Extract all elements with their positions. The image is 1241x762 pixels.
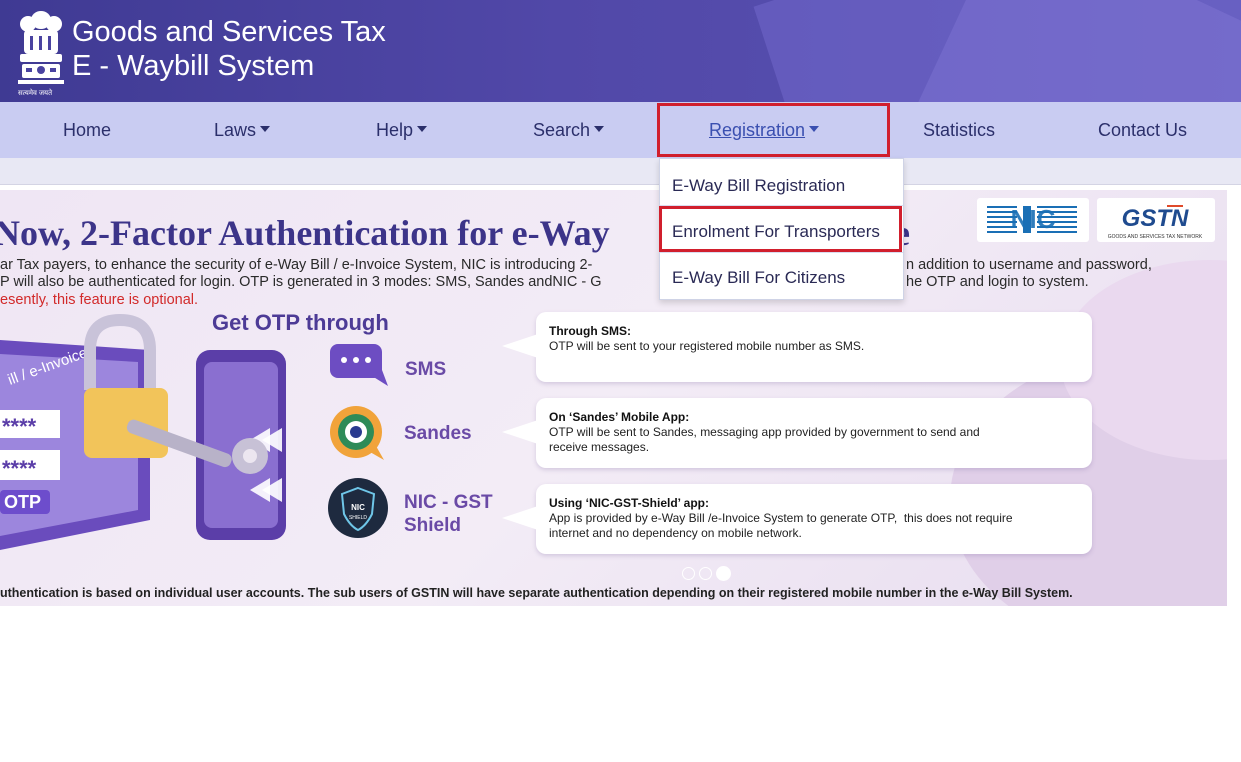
- illustration-password-mask: ****: [2, 414, 37, 439]
- sms-chat-icon: [330, 344, 388, 386]
- nic-logo-text: NIC: [1011, 204, 1056, 234]
- sub-nav-strip: [0, 158, 1241, 185]
- option-sms-bubble: Through SMS: OTP will be sent to your re…: [502, 312, 1092, 382]
- option-sms-label: SMS: [405, 359, 447, 380]
- illustration-otp-button: OTP: [4, 492, 41, 512]
- bubble-text: OTP will be sent to Sandes, messaging ap…: [549, 425, 980, 454]
- site-title-line2: E - Waybill System: [72, 50, 315, 82]
- nav-contact-us[interactable]: Contact Us: [1098, 102, 1187, 158]
- nav-home[interactable]: Home: [63, 102, 111, 158]
- bubble-text: App is provided by e-Way Bill /e-Invoice…: [549, 511, 1013, 540]
- nav-help-label: Help: [376, 120, 414, 140]
- banner-headline: Now, 2-Factor Authentication for e-Waye: [0, 212, 910, 254]
- banner-text: he OTP and login to system.: [906, 274, 1089, 290]
- nav-statistics-label: Statistics: [923, 120, 996, 140]
- option-sandes-label: Sandes: [404, 423, 472, 444]
- carousel-dot[interactable]: [682, 567, 695, 580]
- carousel-dot-active[interactable]: [716, 566, 731, 581]
- gstn-logo-text: GSTN: [1122, 205, 1189, 232]
- emblem-icon: [18, 11, 64, 84]
- banner-text: n addition to username and password,: [906, 257, 1152, 273]
- banner-optional-note: esently, this feature is optional.: [0, 292, 199, 308]
- chevron-down-icon: [594, 126, 605, 133]
- nav-search[interactable]: Search: [533, 102, 605, 158]
- nav-contact-label: Contact Us: [1098, 120, 1188, 140]
- nav-statistics[interactable]: Statistics: [923, 102, 995, 158]
- option-sandes-bubble: On ‘Sandes’ Mobile App: OTP will be sent…: [502, 398, 1092, 468]
- menu-divider: [660, 252, 903, 253]
- enrolment-highlight-box: [659, 206, 902, 252]
- banner-footnote: uthentication is based on individual use…: [0, 586, 1073, 600]
- banner-paragraph-line2: P will also be authenticated for login. …: [0, 274, 1089, 290]
- carousel-dot[interactable]: [699, 567, 712, 580]
- bubble-text: OTP will be sent to your registered mobi…: [549, 339, 865, 353]
- nic-logo-icon: NIC: [987, 204, 1077, 234]
- nav-home-label: Home: [63, 120, 112, 140]
- site-header: सत्यमेव जयते Goods and Services Tax E - …: [0, 0, 1241, 102]
- sandes-app-icon: [330, 406, 384, 460]
- nav-help[interactable]: Help: [376, 102, 428, 158]
- bubble-title: On ‘Sandes’ Mobile App:: [549, 410, 690, 424]
- banner-paragraph-line1: ar Tax payers, to enhance the security o…: [0, 257, 1152, 273]
- banner-headline-text: Now, 2-Factor Authentication for e-Way: [0, 213, 610, 253]
- menu-item-eway-bill-registration[interactable]: E-Way Bill Registration: [672, 176, 845, 196]
- shield-badge-line2: SHIELD: [349, 515, 367, 521]
- national-emblem-logo[interactable]: सत्यमेव जयते: [14, 6, 68, 97]
- gstn-tagline: GOODS AND SERVICES TAX NETWORK: [1108, 234, 1203, 240]
- banner-text: P will also be authenticated for login. …: [0, 274, 602, 290]
- site-title-line1: Goods and Services Tax: [72, 16, 386, 48]
- emblem-caption: सत्यमेव जयते: [18, 90, 53, 97]
- main-nav: Home Laws Help Search Registration Stati…: [0, 102, 1241, 158]
- announcement-banner: NIC GSTN GOODS AND SERVICES TAX NETWORK …: [0, 190, 1227, 606]
- nav-laws[interactable]: Laws: [214, 102, 271, 158]
- gstn-logo: GSTN GOODS AND SERVICES TAX NETWORK: [1097, 198, 1215, 242]
- banner-text: ar Tax payers, to enhance the security o…: [0, 257, 593, 273]
- nic-gst-shield-icon: NIC SHIELD: [328, 478, 388, 538]
- illustration-password-mask: ****: [2, 456, 37, 481]
- header-decoration: [914, 0, 1241, 102]
- bubble-title: Through SMS:: [549, 324, 631, 338]
- chevron-down-icon: [260, 126, 271, 133]
- shield-badge-line1: NIC: [351, 503, 365, 512]
- option-shield-bubble: Using ‘NIC-GST-Shield’ app: App is provi…: [502, 484, 1092, 554]
- nic-logo: NIC: [977, 198, 1089, 242]
- nav-laws-label: Laws: [214, 120, 257, 140]
- bubble-title: Using ‘NIC-GST-Shield’ app:: [549, 496, 710, 510]
- chevron-down-icon: [417, 126, 428, 133]
- menu-item-eway-bill-for-citizens[interactable]: E-Way Bill For Citizens: [672, 268, 845, 288]
- option-shield-label: NIC - GST Shield: [404, 492, 493, 536]
- security-illustration: ill / e-Invoice **** **** OTP: [0, 313, 286, 550]
- gstn-logo-icon: GSTN GOODS AND SERVICES TAX NETWORK: [1108, 205, 1203, 240]
- nav-search-label: Search: [533, 120, 591, 140]
- registration-highlight-box: [657, 103, 890, 157]
